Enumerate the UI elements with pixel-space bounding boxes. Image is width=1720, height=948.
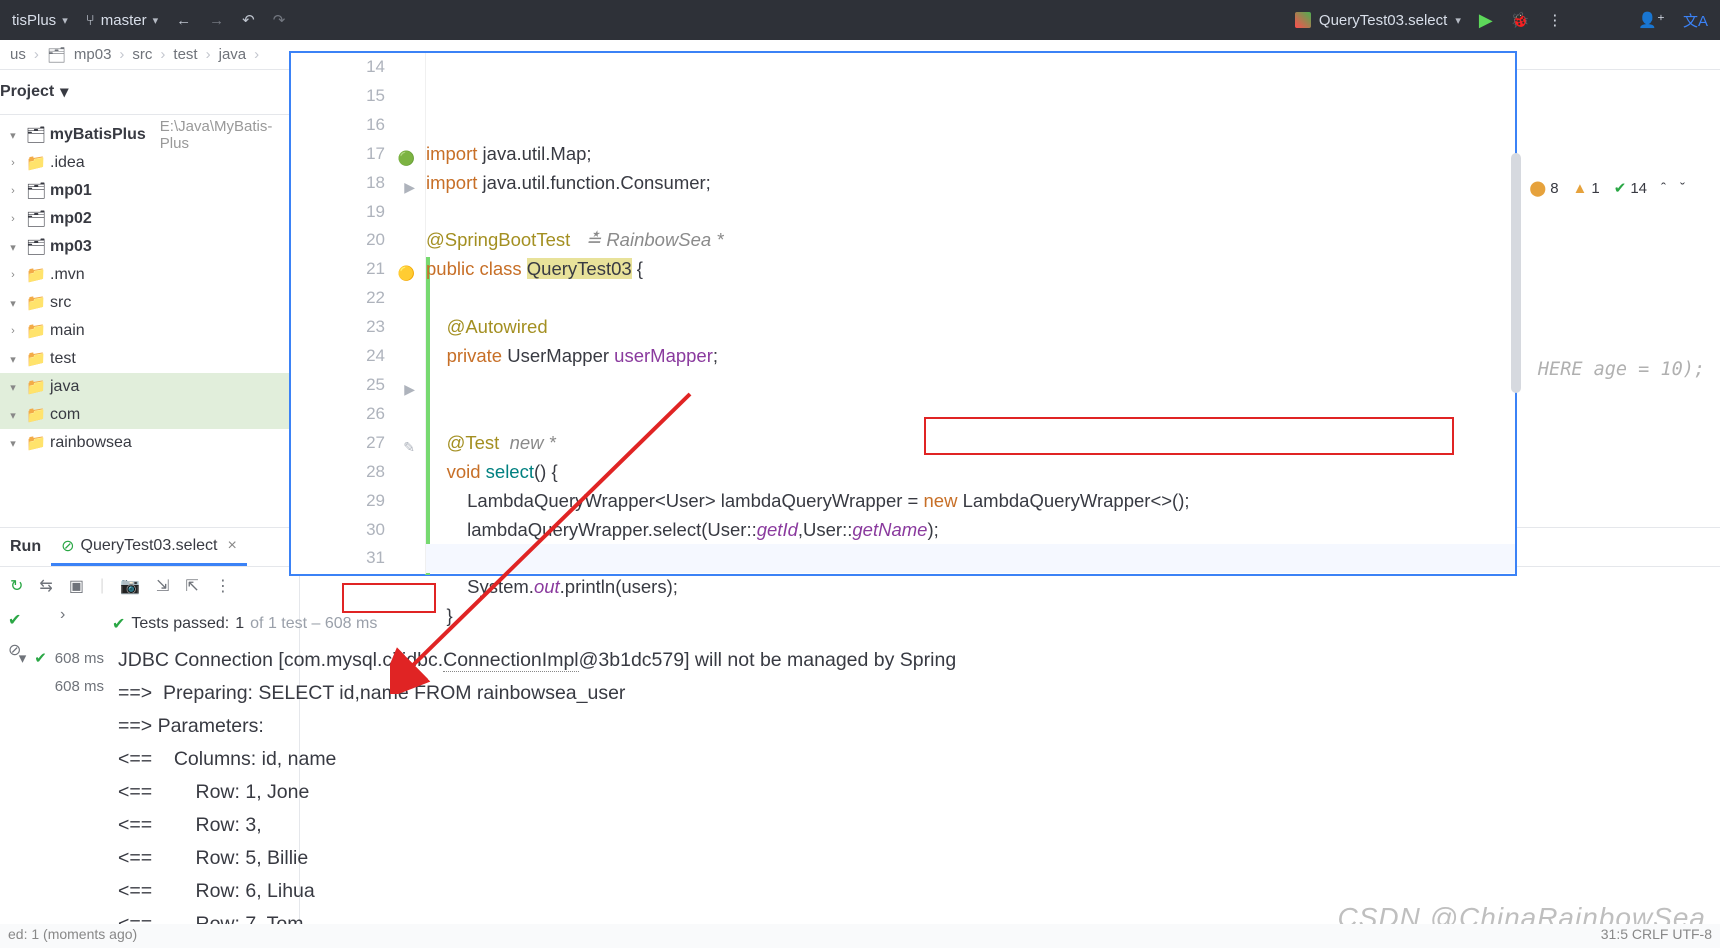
code-line[interactable]: @Autowired bbox=[426, 313, 1515, 342]
console-line: <== Columns: id, name bbox=[118, 743, 1714, 776]
gutter-icon[interactable]: ▶ bbox=[404, 375, 415, 404]
breadcrumb-item[interactable]: mp03 bbox=[74, 46, 112, 63]
tree-item[interactable]: ▾📁java bbox=[0, 373, 299, 401]
gutter-icon[interactable]: ▶ bbox=[404, 173, 415, 202]
code-line[interactable] bbox=[426, 371, 1515, 400]
annotation-box bbox=[342, 583, 436, 613]
console-line: <== Row: 1, Jone bbox=[118, 776, 1714, 809]
gutter-icon[interactable]: ✎ bbox=[403, 433, 415, 462]
console-line: <== Row: 3, bbox=[118, 809, 1714, 842]
test-icon: ⊘ bbox=[61, 536, 74, 556]
console-line: <== Row: 5, Billie bbox=[118, 842, 1714, 875]
add-user-icon[interactable]: 👤⁺ bbox=[1638, 11, 1665, 29]
tree-item[interactable]: ›📁main bbox=[0, 317, 299, 345]
tree-item[interactable]: ▾📁src bbox=[0, 289, 299, 317]
check-icon: ✔ bbox=[112, 614, 125, 634]
run-toolwindow-label[interactable]: Run bbox=[0, 538, 51, 556]
chevron-down-icon: ▾ bbox=[62, 14, 68, 27]
inline-hint: HERE age = 10); bbox=[1538, 359, 1705, 380]
caret-line bbox=[426, 544, 1515, 573]
code-line[interactable]: System.out.println(users); bbox=[426, 573, 1515, 602]
tool-window-title[interactable]: Project▾ bbox=[0, 70, 299, 115]
close-icon[interactable]: × bbox=[227, 537, 236, 555]
status-bar: ed: 1 (moments ago)31:5 CRLF UTF-8 bbox=[0, 924, 1720, 948]
toggle-icon[interactable]: ⇆ bbox=[39, 576, 52, 596]
title-bar: tisPlus▾ ⑂master▾ ← → ↶ ↷ QueryTest03.se… bbox=[0, 0, 1720, 40]
breadcrumb-item[interactable]: src bbox=[132, 46, 152, 63]
chevron-down-icon: ▾ bbox=[60, 82, 68, 102]
breadcrumb-item[interactable]: test bbox=[173, 46, 197, 63]
code-line[interactable]: LambdaQueryWrapper<User> lambdaQueryWrap… bbox=[426, 487, 1515, 516]
code-editor[interactable]: import java.util.Map;import java.util.fu… bbox=[426, 53, 1515, 574]
editor-card: 141516171819202122232425262728293031 🟢▶🟡… bbox=[289, 51, 1517, 576]
annotation-box bbox=[924, 417, 1454, 455]
tests-passed-bar: ✔ Tests passed: 1 of 1 test – 608 ms bbox=[112, 606, 377, 641]
code-line[interactable]: } bbox=[426, 602, 1515, 631]
inspection-summary[interactable]: ⬤8 ▲1 ✔14 ˆˇ bbox=[1529, 179, 1685, 197]
nav-back-icon[interactable]: ← bbox=[176, 12, 191, 29]
breadcrumb-item[interactable]: us bbox=[10, 46, 26, 63]
undo-icon[interactable]: ↶ bbox=[242, 11, 255, 29]
export-icon[interactable]: ⇱ bbox=[185, 576, 198, 596]
code-line[interactable]: void select() { bbox=[426, 458, 1515, 487]
tree-item[interactable]: ▾🗂mp03 bbox=[0, 233, 299, 261]
warning-icon: ▲ bbox=[1573, 180, 1588, 197]
expand-icon[interactable]: › bbox=[60, 606, 65, 624]
run-config-selector[interactable]: QueryTest03.select▾ bbox=[1295, 12, 1461, 29]
tree-item[interactable]: ▾📁com bbox=[0, 401, 299, 429]
check-icon: ✔ bbox=[1614, 179, 1627, 197]
branch-icon: ⑂ bbox=[86, 12, 95, 29]
code-line[interactable] bbox=[426, 198, 1515, 227]
tree-item[interactable]: ›📁.mvn bbox=[0, 261, 299, 289]
translate-icon[interactable]: 文A bbox=[1683, 10, 1708, 31]
more-icon[interactable]: ⋮ bbox=[215, 576, 231, 596]
import-icon[interactable]: ⇲ bbox=[156, 576, 169, 596]
run-icon[interactable]: ▶ bbox=[1479, 10, 1493, 31]
project-menu[interactable]: tisPlus▾ bbox=[12, 12, 68, 29]
chevron-down-icon: ▾ bbox=[153, 14, 159, 27]
chevron-up-icon[interactable]: ˆ bbox=[1661, 180, 1666, 197]
debug-icon[interactable]: 🐞 bbox=[1511, 11, 1530, 29]
code-line[interactable]: import java.util.function.Consumer; bbox=[426, 169, 1515, 198]
git-branch[interactable]: ⑂master▾ bbox=[86, 12, 158, 29]
code-line[interactable] bbox=[426, 631, 1515, 660]
chevron-down-icon: ▾ bbox=[1455, 14, 1461, 27]
tree-item[interactable]: ▾📁rainbowsea bbox=[0, 429, 299, 457]
chevron-down-icon[interactable]: ▾ bbox=[19, 649, 27, 667]
console-line: <== Row: 6, Lihua bbox=[118, 875, 1714, 908]
code-line[interactable] bbox=[426, 284, 1515, 313]
config-icon bbox=[1295, 12, 1311, 28]
tree-item[interactable]: ▾📁test bbox=[0, 345, 299, 373]
run-tool-tabbar: Run ⊘ QueryTest03.select × bbox=[0, 527, 300, 567]
more-icon[interactable]: ⋮ bbox=[1547, 11, 1562, 29]
code-line[interactable]: import java.util.Map; bbox=[426, 140, 1515, 169]
error-icon: ⬤ bbox=[1529, 179, 1546, 197]
rerun-icon[interactable]: ↻ bbox=[10, 576, 23, 596]
project-tree[interactable]: ▾🗂 myBatisPlus E:\Java\MyBatis-Plus ›📁.i… bbox=[0, 115, 299, 457]
tree-item[interactable]: ›🗂mp01 bbox=[0, 177, 299, 205]
code-line[interactable]: @SpringBootTest ≛ RainbowSea * bbox=[426, 226, 1515, 255]
redo-icon[interactable]: ↷ bbox=[273, 11, 286, 29]
folder-icon: 🗂 bbox=[47, 46, 66, 64]
check-pass-icon[interactable]: ✔ bbox=[8, 610, 21, 630]
code-line[interactable]: private UserMapper userMapper; bbox=[426, 342, 1515, 371]
stop-icon[interactable]: ▣ bbox=[69, 576, 84, 596]
code-line[interactable]: public class QueryTest03 { bbox=[426, 255, 1515, 284]
gutter-icon[interactable]: 🟡 bbox=[398, 259, 415, 288]
screenshot-icon[interactable]: 📷 bbox=[120, 576, 140, 596]
tree-item[interactable]: ›🗂mp02 bbox=[0, 205, 299, 233]
tree-item[interactable]: ›📁.idea bbox=[0, 149, 299, 177]
check-icon: ✔ bbox=[34, 649, 47, 667]
chevron-down-icon[interactable]: ˇ bbox=[1680, 180, 1685, 197]
run-tab[interactable]: ⊘ QueryTest03.select × bbox=[51, 528, 247, 566]
editor-gutter: 141516171819202122232425262728293031 🟢▶🟡… bbox=[291, 53, 426, 574]
test-tree-times: ▾✔608 ms 608 ms bbox=[0, 644, 112, 700]
tree-root[interactable]: ▾🗂 myBatisPlus E:\Java\MyBatis-Plus bbox=[0, 121, 299, 149]
code-line[interactable]: lambdaQueryWrapper.select(User::getId,Us… bbox=[426, 516, 1515, 545]
scrollbar-thumb[interactable] bbox=[1511, 153, 1521, 393]
gutter-icon[interactable]: 🟢 bbox=[398, 144, 415, 173]
breadcrumb-item[interactable]: java bbox=[219, 46, 247, 63]
nav-forward-icon[interactable]: → bbox=[209, 12, 224, 29]
